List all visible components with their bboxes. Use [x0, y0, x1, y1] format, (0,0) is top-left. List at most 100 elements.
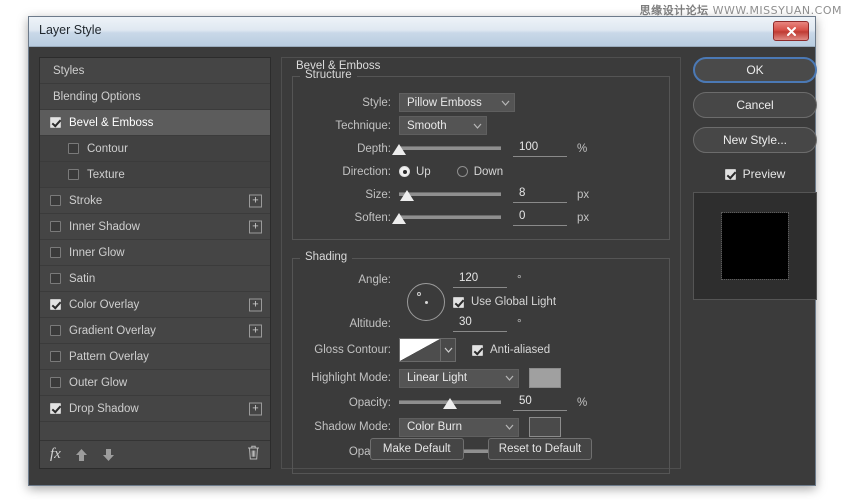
angle-label: Angle: [358, 274, 391, 286]
add-effect-icon[interactable]: + [249, 194, 262, 207]
direction-label: Direction: [342, 165, 391, 178]
shadow-color-swatch[interactable] [529, 417, 561, 437]
checkbox-unchecked-icon[interactable] [50, 195, 61, 206]
angle-altitude-block: Angle: Altitude: 120 ° Use Global Light … [303, 269, 659, 335]
move-down-icon[interactable] [102, 448, 115, 462]
chevron-down-icon [463, 120, 482, 132]
preview-checkbox[interactable]: Preview [693, 162, 817, 186]
style-select[interactable]: Pillow Emboss [399, 93, 515, 112]
checkbox-checked-icon[interactable] [50, 299, 61, 310]
direction-down-radio[interactable]: Down [456, 166, 503, 178]
delete-icon[interactable] [247, 445, 260, 465]
angle-input[interactable]: 120 [453, 272, 507, 288]
sidebar-item-label: Bevel & Emboss [69, 116, 154, 129]
highlight-mode-select[interactable]: Linear Light [399, 368, 519, 388]
sidebar-item-inner-shadow[interactable]: Inner Shadow + [40, 214, 270, 240]
fx-icon[interactable]: fx [50, 446, 61, 463]
style-label: Style: [362, 96, 391, 109]
sidebar-item-contour[interactable]: Contour [40, 136, 270, 162]
desktop-background: 思缘设计论坛 WWW.MISSYUAN.COM Layer Style Style… [0, 0, 850, 500]
direction-up-radio[interactable]: Up [399, 166, 431, 178]
close-button[interactable] [773, 21, 809, 41]
sidebar-item-satin[interactable]: Satin [40, 266, 270, 292]
depth-input[interactable]: 100 [513, 141, 567, 157]
new-style-button[interactable]: New Style... [693, 127, 817, 153]
sidebar-item-label: Outer Glow [69, 376, 128, 389]
size-label: Size: [365, 188, 391, 201]
sidebar-item-outer-glow[interactable]: Outer Glow [40, 370, 270, 396]
anti-aliased-checkbox[interactable]: Anti-aliased [472, 344, 550, 356]
chevron-down-icon [444, 347, 452, 353]
depth-slider[interactable] [392, 142, 501, 156]
use-global-light-checkbox[interactable]: Use Global Light [453, 296, 556, 308]
sidebar-item-pattern-overlay[interactable]: Pattern Overlay [40, 344, 270, 370]
gloss-contour-preview[interactable] [399, 338, 441, 362]
style-list[interactable]: Styles Blending Options Bevel & Emboss Cont… [40, 58, 270, 440]
radio-on-icon [399, 166, 410, 177]
sidebar-item-label: Drop Shadow [69, 402, 139, 415]
highlight-color-swatch[interactable] [529, 368, 561, 388]
soften-slider-thumb[interactable] [392, 212, 406, 224]
gloss-contour-dropdown[interactable] [441, 338, 456, 362]
sidebar-item-drop-shadow[interactable]: Drop Shadow + [40, 396, 270, 422]
sidebar-item-label: Pattern Overlay [69, 350, 149, 363]
highlight-opacity-unit: % [577, 396, 588, 409]
checkbox-unchecked-icon[interactable] [50, 247, 61, 258]
highlight-opacity-thumb[interactable] [443, 397, 457, 409]
checkbox-unchecked-icon[interactable] [50, 377, 61, 388]
checkbox-checked-icon [453, 296, 464, 308]
shadow-mode-row: Shadow Mode: Color Burn [303, 414, 659, 440]
highlight-opacity-slider[interactable] [399, 396, 501, 410]
add-effect-icon[interactable]: + [249, 402, 262, 415]
cancel-button[interactable]: Cancel [693, 92, 817, 118]
sidebar-item-stroke[interactable]: Stroke + [40, 188, 270, 214]
shadow-mode-value: Color Burn [407, 421, 462, 433]
dial-handle-icon[interactable] [417, 292, 421, 296]
effect-settings-panel: Bevel & Emboss Structure Style: Pillow E… [281, 57, 681, 474]
sidebar-item-blending-options[interactable]: Blending Options [40, 84, 270, 110]
highlight-mode-value: Linear Light [407, 372, 468, 384]
chevron-down-icon [491, 97, 510, 109]
highlight-opacity-input[interactable]: 50 [513, 395, 567, 411]
technique-select[interactable]: Smooth [399, 116, 487, 135]
checkbox-unchecked-icon[interactable] [50, 273, 61, 284]
highlight-opacity-label: Opacity: [348, 396, 391, 409]
checkbox-checked-icon [472, 344, 483, 356]
altitude-label: Altitude: [349, 318, 391, 330]
sidebar-item-texture[interactable]: Texture [40, 162, 270, 188]
sidebar-item-styles[interactable]: Styles [40, 58, 270, 84]
angle-dial[interactable] [407, 283, 445, 321]
sidebar-item-color-overlay[interactable]: Color Overlay + [40, 292, 270, 318]
anti-aliased-label: Anti-aliased [490, 344, 551, 356]
add-effect-icon[interactable]: + [249, 324, 262, 337]
altitude-input[interactable]: 30 [453, 316, 507, 332]
checkbox-unchecked-icon[interactable] [68, 169, 79, 180]
sidebar-item-bevel-emboss[interactable]: Bevel & Emboss [40, 110, 270, 136]
add-effect-icon[interactable]: + [249, 220, 262, 233]
checkbox-unchecked-icon[interactable] [50, 221, 61, 232]
shadow-mode-select[interactable]: Color Burn [399, 417, 519, 437]
contour-curve-icon [400, 339, 440, 361]
checkbox-checked-icon[interactable] [50, 403, 61, 414]
size-slider[interactable] [399, 188, 501, 202]
checkbox-unchecked-icon[interactable] [50, 351, 61, 362]
checkbox-checked-icon[interactable] [50, 117, 61, 128]
size-input[interactable]: 8 [513, 187, 567, 203]
structure-frame: Style: Pillow Emboss Technique: Smooth D… [292, 76, 670, 240]
size-slider-thumb[interactable] [400, 189, 415, 201]
soften-slider[interactable] [392, 211, 501, 225]
sidebar-item-gradient-overlay[interactable]: Gradient Overlay + [40, 318, 270, 344]
title-bar: Layer Style [29, 17, 815, 47]
move-up-icon[interactable] [75, 448, 88, 462]
checkbox-unchecked-icon[interactable] [50, 325, 61, 336]
make-default-button[interactable]: Make Default [369, 438, 464, 460]
add-effect-icon[interactable]: + [249, 298, 262, 311]
ok-button[interactable]: OK [693, 57, 817, 83]
checkbox-unchecked-icon[interactable] [68, 143, 79, 154]
dial-center-icon [425, 301, 428, 304]
sidebar-item-inner-glow[interactable]: Inner Glow [40, 240, 270, 266]
soften-input[interactable]: 0 [513, 210, 567, 226]
panel-buttons: Make Default Reset to Default [282, 438, 680, 460]
depth-slider-thumb[interactable] [392, 143, 406, 155]
reset-to-default-button[interactable]: Reset to Default [487, 438, 593, 460]
